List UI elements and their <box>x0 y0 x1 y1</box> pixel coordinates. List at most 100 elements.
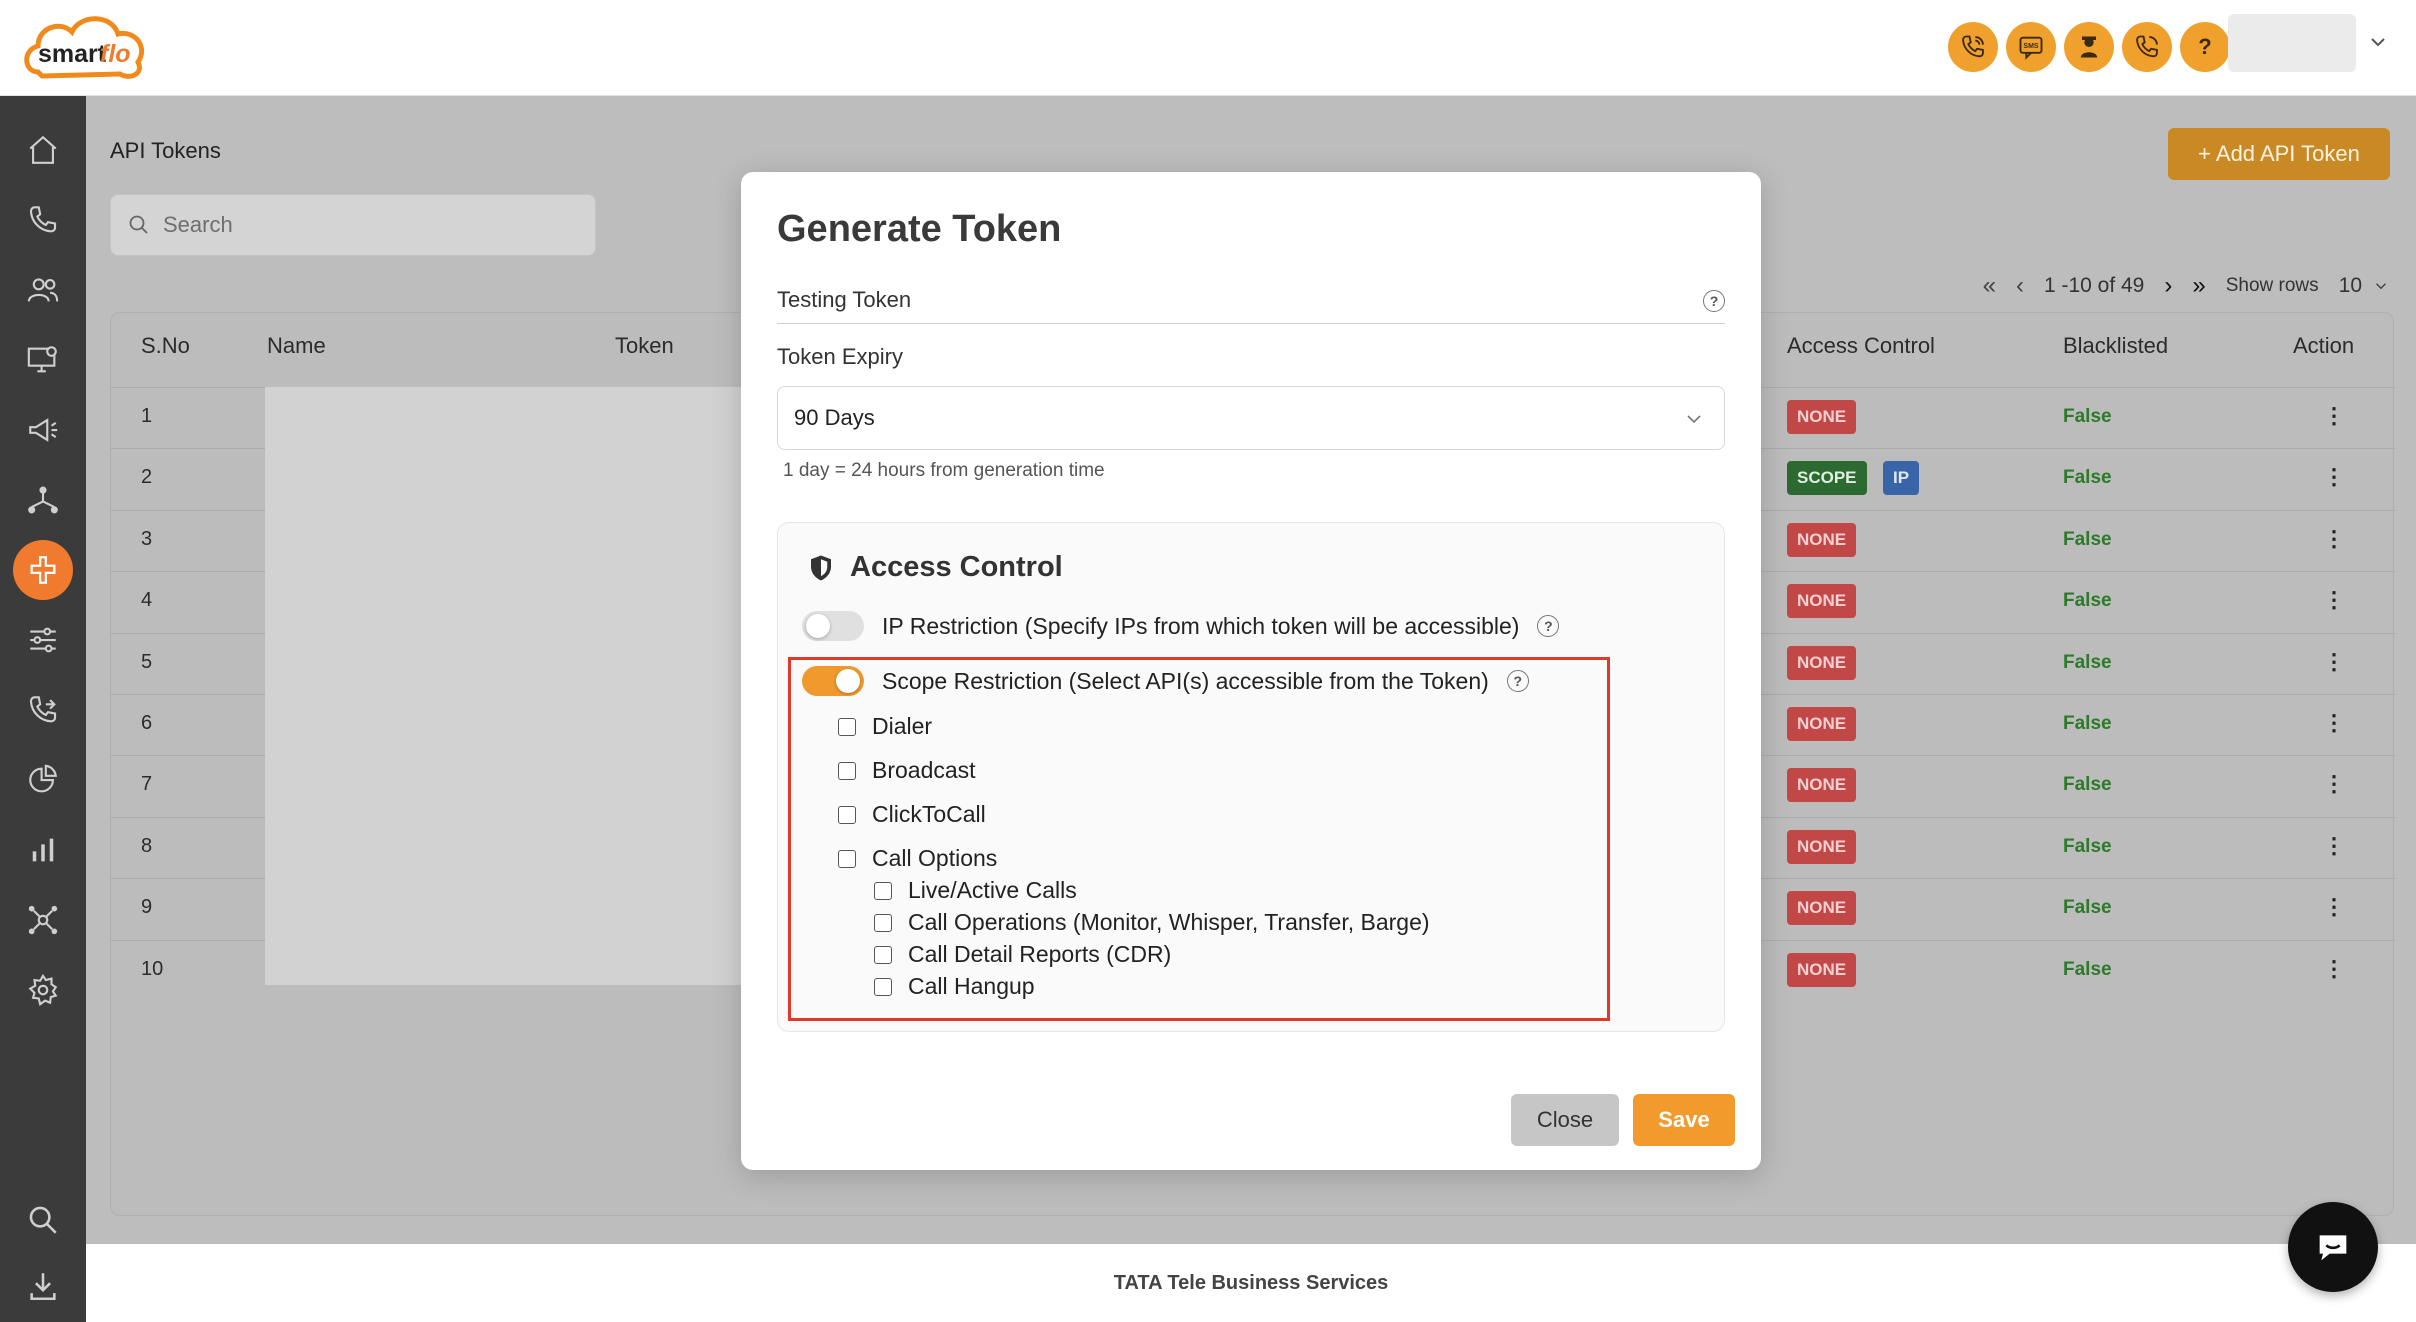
checkbox[interactable] <box>874 977 892 996</box>
agent-icon[interactable] <box>2064 22 2114 72</box>
token-name-field[interactable]: Testing Token ? <box>777 276 1725 324</box>
help-icon[interactable]: ? <box>2180 22 2230 72</box>
scope-clicktocall[interactable]: ClickToCall <box>838 801 986 828</box>
access-badge-none: NONE <box>1787 584 1857 619</box>
header-token: Token <box>615 333 674 358</box>
row-action-menu-icon[interactable]: ⋮ <box>2323 649 2345 675</box>
row-action-menu-icon[interactable]: ⋮ <box>2323 771 2345 797</box>
pie-chart-icon[interactable] <box>13 750 73 810</box>
token-expiry-select[interactable]: 90 Days <box>777 386 1725 450</box>
show-rows-label: Show rows <box>2225 275 2319 296</box>
search-icon[interactable] <box>13 1190 73 1250</box>
prev-page-icon[interactable]: ‹ <box>2016 272 2024 300</box>
access-badge-none: NONE <box>1787 522 1857 557</box>
cell-sno: 10 <box>141 957 164 980</box>
access-control-panel: Access Control IP Restriction (Specify I… <box>777 522 1725 1032</box>
phone-ring-icon[interactable] <box>1948 22 1998 72</box>
add-api-token-button[interactable]: + Add API Token <box>2168 128 2390 180</box>
scope-restriction-toggle[interactable] <box>802 666 864 696</box>
scope-call-operations[interactable]: Call Operations (Monitor, Whisper, Trans… <box>874 909 1430 936</box>
cell-sno: 9 <box>141 896 153 919</box>
chevron-down-icon <box>1687 415 1701 424</box>
cell-blacklisted: False <box>2063 528 2112 550</box>
network-icon[interactable] <box>13 470 73 530</box>
checkbox[interactable] <box>838 805 856 824</box>
rows-per-page-select[interactable]: 10 <box>2339 274 2390 298</box>
checkbox[interactable] <box>838 849 856 868</box>
row-action-menu-icon[interactable]: ⋮ <box>2323 526 2345 552</box>
next-page-icon[interactable]: › <box>2164 272 2172 300</box>
token-name-value: Testing Token <box>777 286 912 312</box>
close-button[interactable]: Close <box>1511 1094 1619 1146</box>
checkbox[interactable] <box>874 945 892 964</box>
svg-text:SMS: SMS <box>2023 43 2039 50</box>
row-action-menu-icon[interactable]: ⋮ <box>2323 403 2345 429</box>
row-action-menu-icon[interactable]: ⋮ <box>2323 464 2345 490</box>
help-icon[interactable]: ? <box>1537 615 1560 637</box>
phone-call-icon[interactable] <box>2122 22 2172 72</box>
home-icon[interactable] <box>13 120 73 180</box>
checkbox[interactable] <box>874 913 892 932</box>
search-input[interactable] <box>163 212 563 238</box>
scope-label: Dialer <box>872 713 933 739</box>
cell-blacklisted: False <box>2063 713 2112 734</box>
cell-sno: 3 <box>141 527 153 550</box>
cell-sno: 6 <box>141 712 153 734</box>
modal-title: Generate Token <box>777 208 1062 250</box>
scope-label: Call Options <box>872 845 998 871</box>
chat-button[interactable] <box>2288 1202 2378 1292</box>
sliders-icon[interactable] <box>13 610 73 670</box>
help-icon[interactable]: ? <box>1506 670 1529 692</box>
smartflo-logo[interactable]: smart flo <box>20 10 152 90</box>
download-icon[interactable] <box>13 1256 73 1316</box>
row-action-menu-icon[interactable]: ⋮ <box>2323 587 2345 613</box>
integrations-icon[interactable] <box>13 890 73 950</box>
checkbox[interactable] <box>874 881 892 900</box>
token-expiry-hint: 1 day = 24 hours from generation time <box>783 460 1105 481</box>
row-action-menu-icon[interactable]: ⋮ <box>2323 710 2345 736</box>
checkbox[interactable] <box>838 761 856 780</box>
ip-restriction-row: IP Restriction (Specify IPs from which t… <box>802 611 1560 641</box>
monitor-settings-icon[interactable] <box>13 330 73 390</box>
sidebar <box>0 96 86 1322</box>
footer: TATA Tele Business Services <box>86 1244 2416 1322</box>
bar-chart-icon[interactable] <box>13 820 73 880</box>
svg-text:smart: smart <box>38 40 107 68</box>
phone-icon[interactable] <box>13 190 73 250</box>
cell-sno: 5 <box>141 650 153 673</box>
search-box[interactable] <box>110 194 596 256</box>
api-icon[interactable] <box>13 540 73 600</box>
first-page-icon[interactable]: « <box>1983 272 1996 300</box>
help-icon[interactable]: ? <box>1703 290 1725 312</box>
sms-icon[interactable]: SMS <box>2006 22 2056 72</box>
pagination: « ‹ 1 -10 of 49 › » Show rows 10 <box>1983 268 2390 304</box>
users-icon[interactable] <box>13 260 73 320</box>
scope-dialer[interactable]: Dialer <box>838 713 932 740</box>
cell-blacklisted: False <box>2063 467 2112 489</box>
chat-icon <box>2319 1235 2347 1261</box>
header-name: Name <box>267 333 326 358</box>
megaphone-icon[interactable] <box>13 400 73 460</box>
settings-icon[interactable] <box>13 960 73 1020</box>
chevron-down-icon[interactable] <box>2366 30 2390 54</box>
ip-restriction-toggle[interactable] <box>802 611 864 641</box>
ip-restriction-label: IP Restriction (Specify IPs from which t… <box>882 612 1520 639</box>
scope-live-active-calls[interactable]: Live/Active Calls <box>874 877 1077 904</box>
cell-sno: 4 <box>141 589 153 612</box>
scope-broadcast[interactable]: Broadcast <box>838 757 976 784</box>
user-menu[interactable] <box>2228 14 2356 72</box>
access-badge-none: NONE <box>1787 768 1857 803</box>
row-action-menu-icon[interactable]: ⋮ <box>2323 833 2345 859</box>
row-action-menu-icon[interactable]: ⋮ <box>2323 956 2345 982</box>
cell-sno: 1 <box>141 405 153 427</box>
scope-label: Live/Active Calls <box>908 877 1077 903</box>
scope-call-hangup[interactable]: Call Hangup <box>874 973 1035 1000</box>
row-action-menu-icon[interactable]: ⋮ <box>2323 894 2345 920</box>
checkbox[interactable] <box>838 717 856 736</box>
scope-call-detail-reports[interactable]: Call Detail Reports (CDR) <box>874 941 1171 968</box>
last-page-icon[interactable]: » <box>2192 272 2205 300</box>
top-bar: smart flo SMS ? ST <box>0 0 2416 96</box>
scope-call-options[interactable]: Call Options <box>838 845 997 872</box>
save-button[interactable]: Save <box>1633 1094 1735 1146</box>
ivr-icon[interactable] <box>13 680 73 740</box>
